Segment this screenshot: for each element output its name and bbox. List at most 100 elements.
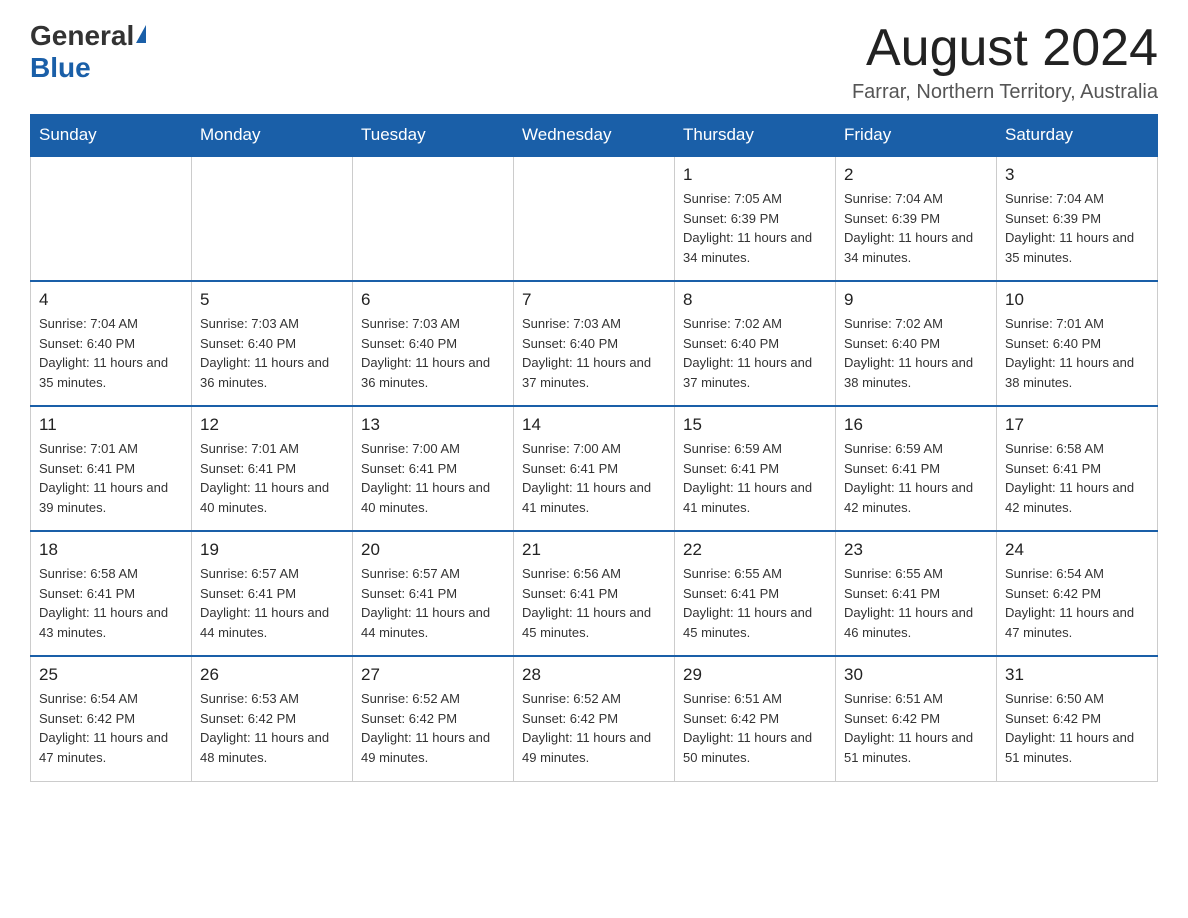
day-info: Sunrise: 6:50 AMSunset: 6:42 PMDaylight:… [1005,689,1149,767]
day-info: Sunrise: 6:59 AMSunset: 6:41 PMDaylight:… [683,439,827,517]
day-number: 26 [200,665,344,685]
day-number: 30 [844,665,988,685]
logo-general-text: General [30,20,134,52]
day-number: 8 [683,290,827,310]
day-number: 28 [522,665,666,685]
day-info: Sunrise: 6:58 AMSunset: 6:41 PMDaylight:… [1005,439,1149,517]
calendar-cell: 25 Sunrise: 6:54 AMSunset: 6:42 PMDayligh… [31,656,192,781]
day-info: Sunrise: 7:01 AMSunset: 6:41 PMDaylight:… [39,439,183,517]
day-info: Sunrise: 6:51 AMSunset: 6:42 PMDaylight:… [683,689,827,767]
day-info: Sunrise: 7:02 AMSunset: 6:40 PMDaylight:… [844,314,988,392]
day-info: Sunrise: 6:51 AMSunset: 6:42 PMDaylight:… [844,689,988,767]
calendar-cell: 14Sunrise: 7:00 AMSunset: 6:41 PMDayligh… [514,406,675,531]
calendar-week-5: 25 Sunrise: 6:54 AMSunset: 6:42 PMDayligh… [31,656,1158,781]
day-info: Sunrise: 7:04 AMSunset: 6:40 PMDaylight:… [39,314,183,392]
calendar-cell: 21 Sunrise: 6:56 AMSunset: 6:41 PMDayligh… [514,531,675,656]
calendar-cell [192,156,353,281]
month-title: August 2024 [852,20,1158,77]
calendar-cell: 8 Sunrise: 7:02 AMSunset: 6:40 PMDaylight… [675,281,836,406]
logo-triangle-icon [136,25,146,43]
day-number: 21 [522,540,666,560]
day-info: Sunrise: 7:05 AMSunset: 6:39 PMDaylight:… [683,189,827,267]
day-info: Sunrise: 7:03 AMSunset: 6:40 PMDaylight:… [200,314,344,392]
day-number: 12 [200,415,344,435]
location-label: Farrar, Northern Territory, Australia [852,81,1158,104]
day-number: 15 [683,415,827,435]
calendar-cell: 22 Sunrise: 6:55 AMSunset: 6:41 PMDayligh… [675,531,836,656]
calendar-cell: 31 Sunrise: 6:50 AMSunset: 6:42 PMDayligh… [997,656,1158,781]
calendar-cell: 4Sunrise: 7:04 AMSunset: 6:40 PMDaylight… [31,281,192,406]
calendar-cell: 2 Sunrise: 7:04 AMSunset: 6:39 PMDaylight… [836,156,997,281]
day-info: Sunrise: 6:54 AMSunset: 6:42 PMDaylight:… [39,689,183,767]
calendar-cell: 16 Sunrise: 6:59 AMSunset: 6:41 PMDayligh… [836,406,997,531]
day-info: Sunrise: 7:04 AMSunset: 6:39 PMDaylight:… [844,189,988,267]
calendar-cell: 9 Sunrise: 7:02 AMSunset: 6:40 PMDaylight… [836,281,997,406]
day-info: Sunrise: 7:01 AMSunset: 6:41 PMDaylight:… [200,439,344,517]
calendar-cell: 20Sunrise: 6:57 AMSunset: 6:41 PMDayligh… [353,531,514,656]
day-info: Sunrise: 6:56 AMSunset: 6:41 PMDaylight:… [522,564,666,642]
calendar-cell: 1 Sunrise: 7:05 AMSunset: 6:39 PMDaylight… [675,156,836,281]
day-info: Sunrise: 7:02 AMSunset: 6:40 PMDaylight:… [683,314,827,392]
day-info: Sunrise: 6:59 AMSunset: 6:41 PMDaylight:… [844,439,988,517]
day-number: 29 [683,665,827,685]
day-info: Sunrise: 7:00 AMSunset: 6:41 PMDaylight:… [361,439,505,517]
calendar-cell: 24 Sunrise: 6:54 AMSunset: 6:42 PMDayligh… [997,531,1158,656]
calendar-cell: 5 Sunrise: 7:03 AMSunset: 6:40 PMDaylight… [192,281,353,406]
logo: General Blue [30,20,148,84]
day-number: 9 [844,290,988,310]
calendar-cell: 29 Sunrise: 6:51 AMSunset: 6:42 PMDayligh… [675,656,836,781]
calendar-cell: 15 Sunrise: 6:59 AMSunset: 6:41 PMDayligh… [675,406,836,531]
day-info: Sunrise: 6:57 AMSunset: 6:41 PMDaylight:… [200,564,344,642]
column-header-friday: Friday [836,115,997,157]
logo-blue-text: Blue [30,52,91,83]
calendar-cell: 17Sunrise: 6:58 AMSunset: 6:41 PMDayligh… [997,406,1158,531]
day-info: Sunrise: 6:54 AMSunset: 6:42 PMDaylight:… [1005,564,1149,642]
day-number: 31 [1005,665,1149,685]
day-info: Sunrise: 7:01 AMSunset: 6:40 PMDaylight:… [1005,314,1149,392]
calendar-cell: 28 Sunrise: 6:52 AMSunset: 6:42 PMDayligh… [514,656,675,781]
day-number: 2 [844,165,988,185]
day-info: Sunrise: 7:00 AMSunset: 6:41 PMDaylight:… [522,439,666,517]
calendar-week-3: 11 Sunrise: 7:01 AMSunset: 6:41 PMDayligh… [31,406,1158,531]
calendar-cell: 7Sunrise: 7:03 AMSunset: 6:40 PMDaylight… [514,281,675,406]
day-number: 23 [844,540,988,560]
calendar-cell: 10Sunrise: 7:01 AMSunset: 6:40 PMDayligh… [997,281,1158,406]
calendar-cell: 18Sunrise: 6:58 AMSunset: 6:41 PMDayligh… [31,531,192,656]
calendar-cell: 11 Sunrise: 7:01 AMSunset: 6:41 PMDayligh… [31,406,192,531]
day-number: 1 [683,165,827,185]
day-info: Sunrise: 6:53 AMSunset: 6:42 PMDaylight:… [200,689,344,767]
day-number: 11 [39,415,183,435]
day-number: 7 [522,290,666,310]
day-number: 19 [200,540,344,560]
day-number: 22 [683,540,827,560]
day-number: 3 [1005,165,1149,185]
calendar-table: SundayMondayTuesdayWednesdayThursdayFrid… [30,114,1158,782]
title-block: August 2024 Farrar, Northern Territory, … [852,20,1158,104]
day-info: Sunrise: 6:55 AMSunset: 6:41 PMDaylight:… [683,564,827,642]
calendar-cell: 26 Sunrise: 6:53 AMSunset: 6:42 PMDayligh… [192,656,353,781]
calendar-cell: 30 Sunrise: 6:51 AMSunset: 6:42 PMDayligh… [836,656,997,781]
calendar-cell: 13Sunrise: 7:00 AMSunset: 6:41 PMDayligh… [353,406,514,531]
day-info: Sunrise: 7:04 AMSunset: 6:39 PMDaylight:… [1005,189,1149,267]
day-info: Sunrise: 6:52 AMSunset: 6:42 PMDaylight:… [361,689,505,767]
day-number: 25 [39,665,183,685]
column-header-saturday: Saturday [997,115,1158,157]
day-number: 6 [361,290,505,310]
column-header-monday: Monday [192,115,353,157]
calendar-cell: 23 Sunrise: 6:55 AMSunset: 6:41 PMDayligh… [836,531,997,656]
column-header-tuesday: Tuesday [353,115,514,157]
day-number: 16 [844,415,988,435]
day-info: Sunrise: 6:52 AMSunset: 6:42 PMDaylight:… [522,689,666,767]
page-header: General Blue August 2024 Farrar, Norther… [30,20,1158,104]
day-number: 20 [361,540,505,560]
day-info: Sunrise: 6:55 AMSunset: 6:41 PMDaylight:… [844,564,988,642]
column-header-thursday: Thursday [675,115,836,157]
day-number: 24 [1005,540,1149,560]
calendar-cell: 27Sunrise: 6:52 AMSunset: 6:42 PMDayligh… [353,656,514,781]
column-header-wednesday: Wednesday [514,115,675,157]
calendar-cell: 12 Sunrise: 7:01 AMSunset: 6:41 PMDayligh… [192,406,353,531]
calendar-cell [353,156,514,281]
day-number: 5 [200,290,344,310]
calendar-week-1: 1 Sunrise: 7:05 AMSunset: 6:39 PMDaylight… [31,156,1158,281]
calendar-cell: 19 Sunrise: 6:57 AMSunset: 6:41 PMDayligh… [192,531,353,656]
